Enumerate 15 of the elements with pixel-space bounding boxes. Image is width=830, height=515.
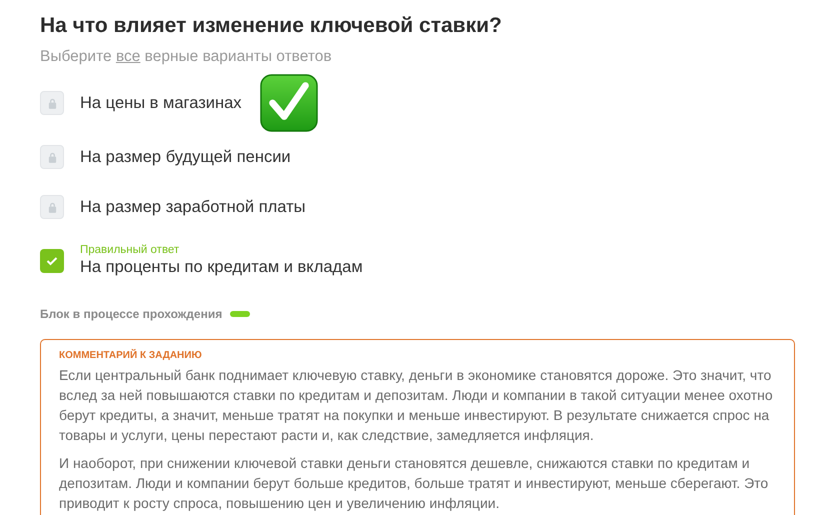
option-label: На размер будущей пенсии (80, 148, 291, 166)
check-icon (46, 256, 58, 266)
option-label: На цены в магазинах (80, 94, 242, 112)
status-text: Блок в процессе прохождения (40, 307, 222, 321)
lock-icon (48, 202, 56, 212)
lock-icon (48, 98, 56, 108)
option-label: На размер заработной платы (80, 198, 306, 216)
instruction-text: Выберите все верные варианты ответов (40, 48, 333, 66)
question-title: На что влияет изменение ключевой ставки? (40, 14, 503, 38)
comment-paragraph: Если центральный банк поднимает ключевую ставку, деньги в экономике становятся дороже. Это значит, что вслед за ней повышаются ставки по кредитам и депозитам. Люди и компании в такой ситуации менее охотно берут кредиты, а значит, меньше тратят на покупки и меньше инвестируют. В результате снижается спрос на товары и услуги, цены перестают расти и, как следствие, замедляется инфляция. (59, 366, 774, 445)
option-label: На проценты по кредитам и вкладам (80, 258, 363, 277)
comment-paragraph: И наоборот, при снижении ключевой ставки деньги становятся дешевле, снижаются ставки по кредитам и депозитам. Люди и компании берут больше кредитов, больше тратят и инвестируют, меньше сберегают. Это приводит к росту спроса, повышению цен и увеличению инфляции. (59, 454, 770, 513)
lock-icon (48, 152, 56, 162)
correct-answer-note: Правильный ответ (80, 244, 180, 256)
comment-heading: КОММЕНТАРИЙ К ЗАДАНИЮ (59, 350, 203, 361)
